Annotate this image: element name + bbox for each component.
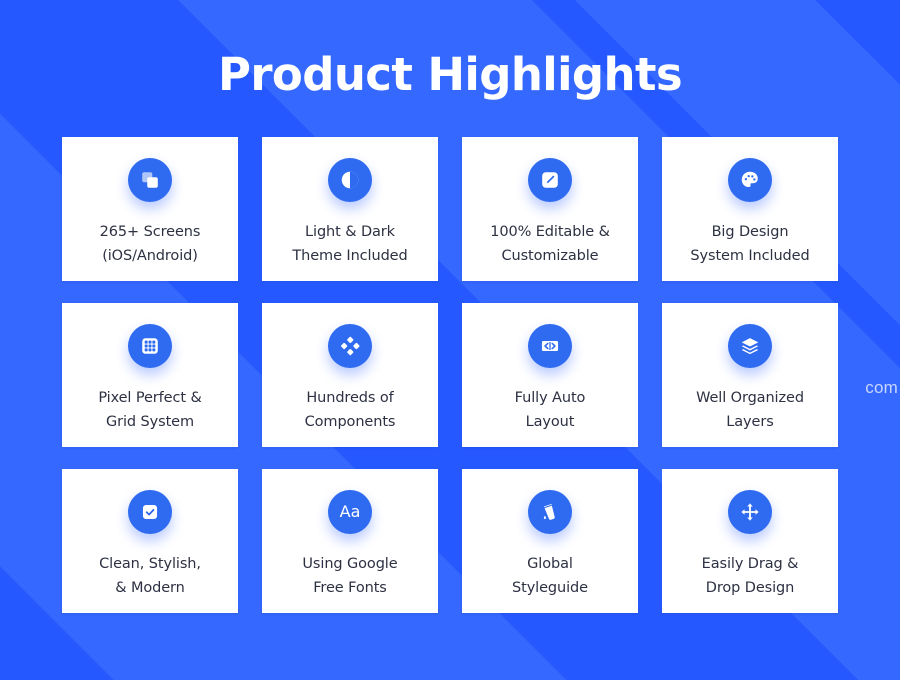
label-line-2: (iOS/Android): [102, 248, 198, 265]
label-line-1: Fully Auto: [514, 390, 586, 406]
label-line-2: Layers: [726, 414, 774, 431]
layers-stack-icon: [728, 324, 772, 368]
auto-layout-resize-icon: [528, 324, 572, 368]
label-line-1: Easily Drag &: [701, 556, 799, 572]
label-line-1: Using Google: [302, 556, 398, 572]
label-line-1: Clean, Stylish,: [99, 556, 201, 572]
grid-dots-icon: [128, 324, 172, 368]
paint-bucket-icon: [528, 490, 572, 534]
label-line-2: Components: [304, 414, 396, 431]
product-highlights-page: Product Highlights 265+ Screens (iOS/And…: [0, 0, 900, 680]
highlight-card-grid: 265+ Screens (iOS/Android) Light & Dark …: [62, 137, 838, 613]
highlight-card[interactable]: Pixel Perfect & Grid System: [62, 303, 238, 447]
highlight-card[interactable]: Well Organized Layers: [662, 303, 838, 447]
highlight-card-label: Big Design System Included: [684, 220, 815, 269]
highlight-card[interactable]: Aa Using Google Free Fonts: [262, 469, 438, 613]
components-diamond-icon: [328, 324, 372, 368]
highlight-card[interactable]: 265+ Screens (iOS/Android): [62, 137, 238, 281]
highlight-card-label: Clean, Stylish, & Modern: [93, 552, 207, 601]
highlight-card-label: Fully Auto Layout: [509, 386, 592, 435]
copy-stacked-squares-icon: [128, 158, 172, 202]
highlight-card-label: Global Styleguide: [506, 552, 594, 601]
label-line-2: Free Fonts: [313, 580, 387, 597]
label-line-2: Drop Design: [705, 580, 795, 597]
aa-glyph-text: Aa: [339, 502, 361, 521]
label-line-2: & Modern: [115, 580, 185, 597]
label-line-2: Grid System: [105, 414, 194, 431]
highlight-card-label: Pixel Perfect & Grid System: [92, 386, 207, 435]
page-title: Product Highlights: [217, 48, 683, 101]
highlight-card-label: Well Organized Layers: [690, 386, 810, 435]
highlight-card-label: Easily Drag & Drop Design: [696, 552, 805, 601]
label-line-1: 100% Editable &: [490, 224, 610, 240]
label-line-2: Layout: [525, 414, 575, 431]
label-line-1: Light & Dark: [305, 224, 395, 240]
label-line-1: Hundreds of: [306, 390, 394, 406]
highlight-card[interactable]: Clean, Stylish, & Modern: [62, 469, 238, 613]
watermark-text: com: [865, 378, 898, 397]
highlight-card[interactable]: Big Design System Included: [662, 137, 838, 281]
label-line-1: Pixel Perfect &: [98, 390, 202, 406]
label-line-1: Well Organized: [696, 390, 804, 406]
typography-aa-icon: Aa: [328, 490, 372, 534]
highlight-card-label: Light & Dark Theme Included: [286, 220, 413, 269]
highlight-card[interactable]: Easily Drag & Drop Design: [662, 469, 838, 613]
label-line-2: Customizable: [501, 248, 599, 265]
move-drag-arrows-icon: [728, 490, 772, 534]
highlight-card[interactable]: 100% Editable & Customizable: [462, 137, 638, 281]
highlight-card[interactable]: Light & Dark Theme Included: [262, 137, 438, 281]
label-line-1: Global: [527, 556, 573, 572]
pencil-edit-icon: [528, 158, 572, 202]
highlight-card[interactable]: Fully Auto Layout: [462, 303, 638, 447]
highlight-card-label: 100% Editable & Customizable: [484, 220, 616, 269]
label-line-1: 265+ Screens: [99, 224, 201, 240]
label-line-2: Styleguide: [512, 580, 588, 597]
highlight-card[interactable]: Global Styleguide: [462, 469, 638, 613]
label-line-2: Theme Included: [292, 248, 408, 265]
highlight-card-label: 265+ Screens (iOS/Android): [94, 220, 207, 269]
highlight-card-label: Using Google Free Fonts: [296, 552, 403, 601]
color-palette-icon: [728, 158, 772, 202]
highlight-card-label: Hundreds of Components: [299, 386, 402, 435]
highlight-card[interactable]: Hundreds of Components: [262, 303, 438, 447]
label-line-2: System Included: [690, 248, 810, 265]
label-line-1: Big Design: [711, 224, 789, 240]
checkbox-checked-icon: [128, 490, 172, 534]
contrast-half-circle-icon: [328, 158, 372, 202]
